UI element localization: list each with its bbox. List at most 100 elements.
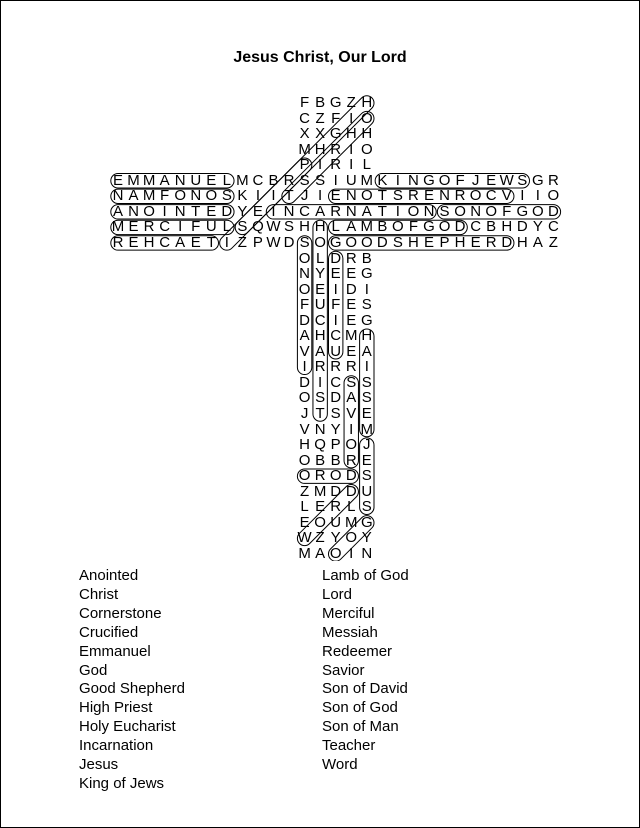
word-list-item: Jesus — [79, 756, 119, 774]
grid-letter: R — [408, 187, 419, 205]
grid-letter: R — [314, 358, 326, 376]
grid-letter: I — [364, 358, 369, 376]
grid-letter: N — [299, 265, 311, 283]
grid-letter: L — [331, 218, 340, 236]
grid-letter: J — [300, 405, 309, 422]
word-list-item: Incarnation — [79, 737, 154, 755]
grid-letter: A — [128, 187, 139, 205]
grid-letter: W — [266, 218, 281, 236]
grid-letter: R — [454, 187, 466, 205]
grid-letter: E — [361, 405, 372, 422]
grid-letter: S — [361, 498, 372, 516]
grid-letter: U — [314, 296, 326, 314]
grid-letter: O — [469, 187, 482, 205]
grid-letter: I — [535, 187, 540, 205]
grid-letter: S — [392, 187, 403, 205]
grid-letter: S — [361, 467, 372, 485]
grid-letter: Z — [346, 94, 356, 111]
puzzle-page: Jesus Christ, Our Lord FBGZHCZFIOXXGHHMH… — [0, 0, 640, 828]
grid-letter: H — [361, 327, 373, 345]
grid-letter: C — [159, 218, 171, 236]
word-list-item: God — [79, 661, 108, 679]
grid-letter: E — [315, 498, 326, 516]
word-list-item: Christ — [79, 585, 119, 603]
grid-letter: E — [330, 187, 341, 205]
grid-letter: G — [329, 125, 342, 143]
grid-letter: X — [315, 125, 326, 143]
grid-letter: A — [346, 218, 357, 236]
word-list-left: Anointed Christ Cornerstone Crucified Emmanu… — [79, 567, 185, 794]
grid-letter: I — [520, 187, 525, 205]
grid-letter: S — [392, 233, 403, 251]
grid-letter: S — [299, 233, 310, 251]
word-list-item: Messiah — [322, 623, 378, 641]
grid-letter: G — [329, 233, 342, 251]
word-list-item: Lord — [322, 585, 353, 603]
grid-letter: R — [485, 233, 497, 251]
grid-letter: S — [330, 405, 341, 422]
grid-letter: Y — [532, 218, 543, 236]
grid-letter: S — [237, 218, 248, 236]
grid-letter: N — [112, 187, 124, 205]
word-list-right: Lamb of God Lord Merciful Messiah Redeemer Sa… — [322, 567, 409, 775]
grid-letter: O — [314, 233, 326, 251]
grid-letter: L — [300, 498, 309, 516]
grid-letter: I — [318, 156, 323, 174]
grid-letter: T — [206, 233, 216, 251]
grid-letter: I — [349, 544, 354, 562]
grid-letter: M — [111, 218, 125, 236]
grid-letter: T — [377, 187, 387, 205]
grid-letter: D — [501, 233, 513, 251]
grid-letter: R — [330, 358, 342, 376]
grid-letter: J — [363, 436, 371, 454]
grid-letter: H — [361, 125, 373, 143]
word-list-item: Emmanuel — [79, 642, 151, 660]
grid-letter: R — [112, 233, 124, 251]
word-list-item: Merciful — [322, 604, 375, 622]
grid-letter: A — [175, 233, 186, 251]
grid-letter: A — [299, 327, 310, 345]
grid-letter: I — [178, 218, 183, 236]
grid-letter: I — [349, 156, 354, 174]
grid-letter: R — [345, 358, 357, 376]
grid-letter: L — [222, 218, 232, 236]
grid-letter: F — [331, 296, 341, 314]
grid-letter: U — [205, 218, 217, 236]
grid-letter: O — [392, 218, 404, 236]
word-list-item: High Priest — [79, 699, 153, 717]
word-list-item: Savior — [322, 661, 365, 679]
grid-letter: B — [315, 94, 326, 111]
grid-letter: V — [501, 187, 512, 205]
word-list-item: Son of God — [322, 699, 398, 717]
grid-letter: O — [547, 187, 560, 205]
grid-letter: N — [361, 544, 373, 562]
grid-letter: M — [142, 187, 156, 205]
grid-letter: O — [174, 187, 187, 205]
grid-letter: P — [439, 233, 450, 251]
grid-letter: Z — [237, 233, 247, 251]
grid-letter: T — [315, 405, 325, 422]
grid-letter: D — [516, 218, 528, 236]
grid-letter: O — [438, 218, 451, 236]
grid-letter: H — [361, 94, 373, 111]
grid-letter: N — [345, 187, 357, 205]
word-list-item: Crucified — [79, 623, 139, 641]
grid-letter: E — [346, 265, 357, 283]
grid-letter: F — [160, 187, 170, 205]
grid-letter: V — [346, 405, 357, 422]
grid-letter: H — [408, 233, 419, 251]
grid-letter: H — [516, 233, 528, 251]
grid-letter: G — [360, 265, 373, 283]
grid-letter: H — [143, 233, 155, 251]
grid-letter: B — [486, 218, 497, 236]
grid-letter: P — [330, 436, 341, 454]
grid-letter: S — [221, 187, 232, 205]
grid-letter: H — [454, 233, 466, 251]
grid-letter: R — [330, 156, 342, 174]
grid-letter: E — [330, 265, 341, 283]
grid-letter: H — [314, 218, 326, 236]
grid-letter: T — [284, 187, 294, 205]
grid-letter: H — [299, 218, 311, 236]
grid-letter: N — [439, 187, 450, 205]
grid-letter: Q — [252, 218, 264, 236]
